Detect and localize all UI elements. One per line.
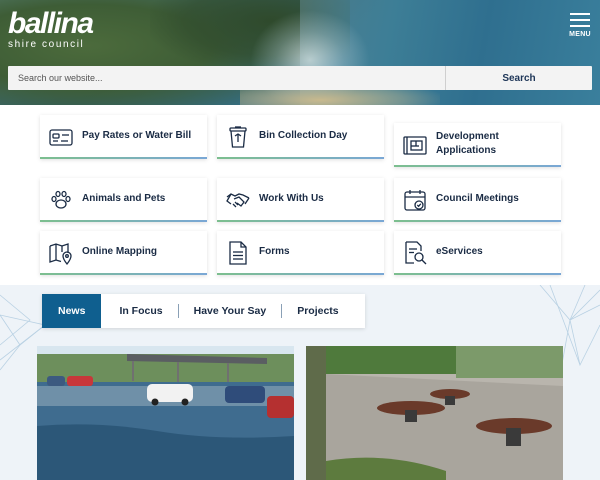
news-tabs: News In Focus Have Your Say Projects: [42, 294, 365, 328]
tile-development-applications[interactable]: Development Applications: [394, 123, 561, 167]
tile-label: Animals and Pets: [82, 193, 166, 204]
handshake-icon: [225, 187, 251, 213]
tile-work-with-us[interactable]: Work With Us: [217, 178, 384, 222]
tile-animals-pets[interactable]: Animals and Pets: [40, 178, 207, 222]
tile-label: Online Mapping: [82, 246, 157, 257]
tile-label: Development Applications: [436, 131, 499, 156]
council-logo[interactable]: ballina shire council: [8, 7, 94, 51]
paw-icon: [48, 187, 74, 213]
document-icon: [225, 240, 251, 266]
tab-have-your-say[interactable]: Have Your Say: [179, 294, 282, 328]
menu-label: MENU: [569, 31, 591, 38]
card-icon: [48, 124, 74, 150]
logo-subtitle: shire council: [8, 39, 85, 50]
search-button[interactable]: Search: [446, 66, 592, 90]
tile-label: Forms: [259, 246, 290, 257]
tile-label: Bin Collection Day: [259, 130, 348, 141]
hamburger-icon-bar: [570, 19, 590, 21]
tile-label: eServices: [436, 246, 483, 257]
search-document-icon: [402, 240, 428, 266]
blueprint-icon: [402, 132, 428, 158]
tile-eservices[interactable]: eServices: [394, 231, 561, 275]
news-card-image-plaza-seating[interactable]: [306, 346, 563, 480]
news-card-image-flooded-carpark[interactable]: [37, 346, 294, 480]
tile-pay-rates[interactable]: Pay Rates or Water Bill: [40, 115, 207, 159]
menu-button[interactable]: MENU: [568, 13, 592, 38]
hero-banner: ballina shire council MENU Search: [0, 0, 600, 105]
search-bar: Search: [8, 66, 592, 90]
tab-in-focus[interactable]: In Focus: [101, 294, 177, 328]
bin-icon: [225, 124, 251, 150]
calendar-icon: [402, 187, 428, 213]
hamburger-icon: [570, 13, 590, 15]
tile-forms[interactable]: Forms: [217, 231, 384, 275]
logo-wordmark: ballina: [8, 7, 94, 40]
tile-label: Council Meetings: [436, 193, 519, 204]
map-icon: [48, 240, 74, 266]
tile-label: Pay Rates or Water Bill: [82, 130, 192, 141]
tile-label: Work With Us: [259, 193, 324, 204]
tile-council-meetings[interactable]: Council Meetings: [394, 178, 561, 222]
tab-news[interactable]: News: [42, 294, 102, 328]
hamburger-icon-bar: [570, 25, 590, 27]
tile-bin-collection[interactable]: Bin Collection Day: [217, 115, 384, 159]
tile-online-mapping[interactable]: Online Mapping: [40, 231, 207, 275]
search-input[interactable]: [8, 66, 445, 90]
tab-projects[interactable]: Projects: [282, 294, 353, 328]
